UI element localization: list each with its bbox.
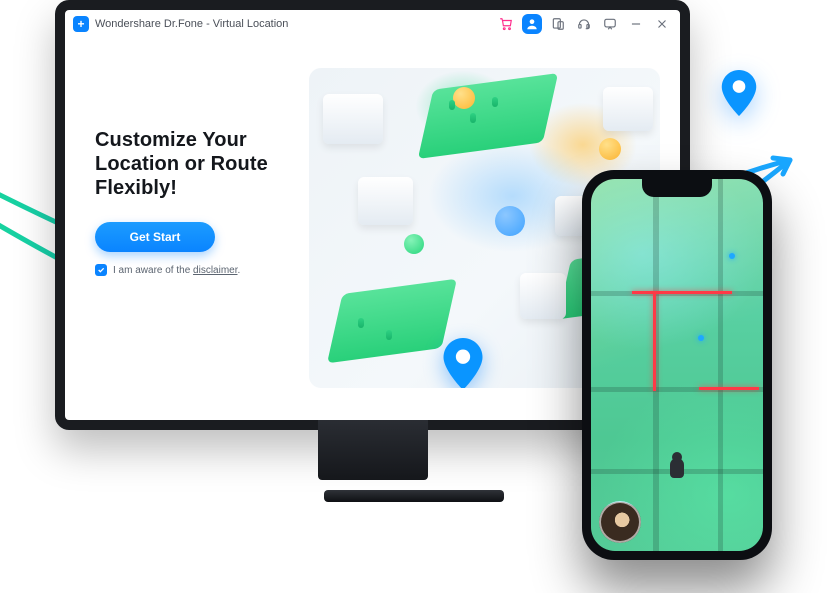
device-icon[interactable] xyxy=(548,14,568,34)
game-map xyxy=(591,179,763,551)
player-avatar[interactable] xyxy=(599,501,641,543)
floating-pin-icon xyxy=(721,70,757,116)
monitor-stand xyxy=(324,490,504,502)
window-title: Wondershare Dr.Fone - Virtual Location xyxy=(95,18,288,30)
map-pin-icon xyxy=(443,338,483,388)
window-titlebar: + Wondershare Dr.Fone - Virtual Location xyxy=(65,10,680,38)
chat-icon[interactable] xyxy=(600,14,620,34)
phone-frame xyxy=(582,170,772,560)
disclaimer-checkbox[interactable] xyxy=(95,264,107,276)
get-start-button[interactable]: Get Start xyxy=(95,222,215,252)
app-icon: + xyxy=(73,16,89,32)
disclaimer-link[interactable]: disclaimer xyxy=(193,265,237,276)
page-title: Customize Your Location or Route Flexibl… xyxy=(95,128,295,200)
close-icon[interactable] xyxy=(652,14,672,34)
minimize-icon[interactable] xyxy=(626,14,646,34)
player-character xyxy=(670,458,684,478)
user-icon[interactable] xyxy=(522,14,542,34)
cart-icon[interactable] xyxy=(496,14,516,34)
headset-icon[interactable] xyxy=(574,14,594,34)
disclaimer-text: I am aware of the disclaimer. xyxy=(113,265,240,276)
